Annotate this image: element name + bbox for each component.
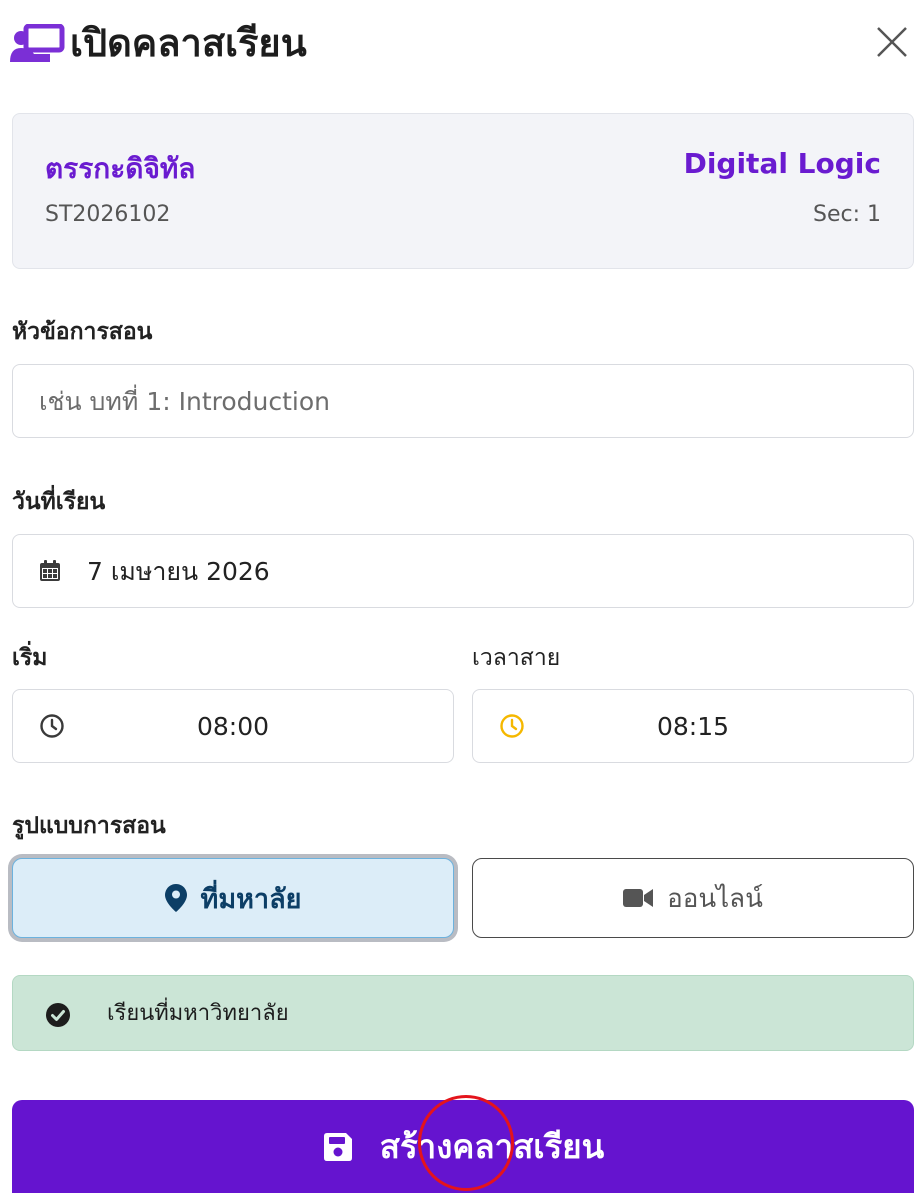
save-icon: [323, 1132, 352, 1161]
late-time-label: เวลาสาย: [472, 645, 561, 671]
date-value: 7 เมษายน 2026: [87, 557, 270, 586]
course-code: ST2026102: [45, 202, 171, 227]
create-class-dialog: เปิดคลาสเรียน ตรรกะดิจิทัล Digital Logic…: [0, 0, 916, 1193]
mode-onsite-button[interactable]: ที่มหาลัย: [12, 858, 454, 938]
course-name-thai: ตรรกะดิจิทัล: [45, 152, 196, 185]
create-class-label: สร้างคลาสเรียน: [379, 1127, 605, 1166]
topic-label: หัวข้อการสอน: [12, 319, 153, 345]
topic-field: [12, 364, 914, 438]
late-time-field[interactable]: 08:15: [472, 689, 914, 763]
alert-text: เรียนที่มหาวิทยาลัย: [107, 1001, 289, 1026]
mode-onsite-label: ที่มหาลัย: [200, 883, 302, 915]
date-label: วันที่เรียน: [12, 489, 106, 515]
course-section: Sec: 1: [813, 202, 881, 227]
late-time-value: 08:15: [656, 712, 730, 741]
map-pin-icon: [164, 884, 187, 912]
dialog-header: เปิดคลาสเรียน: [10, 8, 910, 68]
start-time-value: 08:00: [196, 712, 270, 741]
calendar-icon: [40, 560, 60, 581]
mode-status-alert: เรียนที่มหาวิทยาลัย: [12, 975, 914, 1051]
chalkboard-teacher-icon: [10, 24, 65, 62]
mode-online-button[interactable]: ออนไลน์: [472, 858, 914, 938]
dialog-title: เปิดคลาสเรียน: [70, 21, 307, 65]
create-class-button[interactable]: สร้างคลาสเรียน: [12, 1100, 914, 1193]
topic-input[interactable]: [13, 365, 913, 437]
date-picker[interactable]: 7 เมษายน 2026: [12, 534, 914, 608]
close-icon[interactable]: [872, 22, 912, 62]
check-circle-icon: [46, 1003, 70, 1027]
course-info-card: ตรรกะดิจิทัล Digital Logic ST2026102 Sec…: [12, 113, 914, 269]
mode-label: รูปแบบการสอน: [12, 813, 166, 839]
mode-online-label: ออนไลน์: [667, 883, 763, 914]
video-camera-icon: [623, 889, 654, 907]
start-time-label: เริ่ม: [12, 645, 48, 671]
start-time-field[interactable]: 08:00: [12, 689, 454, 763]
course-name-english: Digital Logic: [683, 147, 881, 180]
